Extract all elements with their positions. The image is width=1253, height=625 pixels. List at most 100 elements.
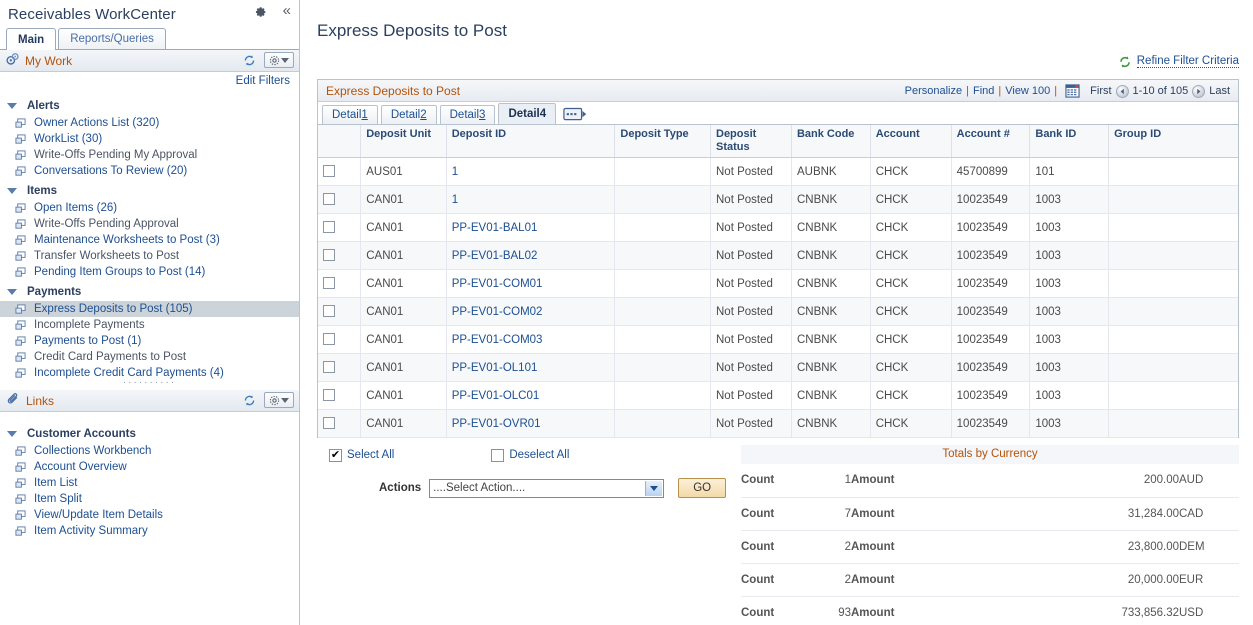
row-checkbox[interactable]: [323, 389, 335, 401]
sidebar-item[interactable]: Item Split: [0, 491, 299, 507]
sidebar-item[interactable]: Write-Offs Pending My Approval: [0, 147, 299, 163]
sidebar-item[interactable]: Write-Offs Pending Approval: [0, 216, 299, 232]
sidebar-item[interactable]: Credit Card Payments to Post: [0, 349, 299, 365]
row-checkbox[interactable]: [323, 277, 335, 289]
sidebar-item-label[interactable]: Collections Workbench: [34, 444, 151, 458]
find-link[interactable]: Find: [973, 85, 994, 97]
refresh-icon[interactable]: [243, 54, 256, 67]
nav-group-header[interactable]: Alerts: [0, 96, 299, 115]
deposit-id-link[interactable]: PP-EV01-BAL01: [452, 222, 538, 234]
deposit-id-link[interactable]: 1: [452, 166, 458, 178]
sidebar-item[interactable]: Transfer Worksheets to Post: [0, 248, 299, 264]
row-checkbox[interactable]: [323, 305, 335, 317]
actions-select[interactable]: ....Select Action....: [429, 479, 664, 498]
deposit-id-link[interactable]: PP-EV01-COM02: [452, 306, 543, 318]
sidebar-item-label[interactable]: Incomplete Credit Card Payments (4): [34, 366, 224, 380]
cell-deposit-id[interactable]: PP-EV01-OVR01: [446, 410, 615, 438]
row-checkbox[interactable]: [323, 193, 335, 205]
deselect-all-checkbox[interactable]: [491, 449, 504, 462]
tab-reports-queries[interactable]: Reports/Queries: [58, 28, 166, 49]
sidebar-item[interactable]: Maintenance Worksheets to Post (3): [0, 232, 299, 248]
deposit-id-link[interactable]: PP-EV01-BAL02: [452, 250, 538, 262]
sidebar-item[interactable]: Item Activity Summary: [0, 523, 299, 539]
sidebar-item[interactable]: Pending Item Groups to Post (14): [0, 264, 299, 280]
sidebar-item[interactable]: Incomplete Credit Card Payments (4): [0, 365, 299, 381]
column-header[interactable]: Deposit Unit: [361, 125, 446, 158]
sidebar-item[interactable]: Incomplete Payments: [0, 317, 299, 333]
row-checkbox[interactable]: [323, 417, 335, 429]
view-all-link[interactable]: View 100: [1005, 85, 1050, 97]
cell-deposit-id[interactable]: 1: [446, 186, 615, 214]
go-button[interactable]: GO: [678, 478, 726, 498]
sidebar-item-label[interactable]: WorkList (30): [34, 132, 102, 146]
row-checkbox[interactable]: [323, 361, 335, 373]
links-options-button[interactable]: [264, 392, 294, 408]
sidebar-item-label[interactable]: Owner Actions List (320): [34, 116, 159, 130]
sidebar-item[interactable]: Account Overview: [0, 459, 299, 475]
column-header[interactable]: Bank Code: [791, 125, 870, 158]
row-checkbox[interactable]: [323, 249, 335, 261]
my-work-options-button[interactable]: [264, 52, 294, 68]
column-header[interactable]: Group ID: [1109, 125, 1238, 158]
sidebar-item[interactable]: WorkList (30): [0, 131, 299, 147]
sidebar-item-label[interactable]: Maintenance Worksheets to Post (3): [34, 233, 220, 247]
detail-tab-1[interactable]: Detail 1: [322, 105, 378, 124]
sidebar-item-label[interactable]: Conversations To Review (20): [34, 164, 187, 178]
sidebar-item-label[interactable]: Payments to Post (1): [34, 334, 141, 348]
column-header[interactable]: Deposit ID: [446, 125, 615, 158]
sidebar-item-label[interactable]: Item Split: [34, 492, 82, 506]
column-header[interactable]: Deposit Status: [711, 125, 792, 158]
last-page-label[interactable]: Last: [1209, 85, 1230, 97]
sidebar-item-label[interactable]: Express Deposits to Post (105): [34, 302, 193, 316]
sidebar-item[interactable]: Payments to Post (1): [0, 333, 299, 349]
sidebar-item-label[interactable]: Item Activity Summary: [34, 524, 148, 538]
sidebar-item[interactable]: Conversations To Review (20): [0, 163, 299, 179]
tab-main[interactable]: Main: [6, 28, 56, 50]
cell-deposit-id[interactable]: 1: [446, 158, 615, 186]
sidebar-item-label[interactable]: Pending Item Groups to Post (14): [34, 265, 205, 279]
deposit-id-link[interactable]: PP-EV01-OVR01: [452, 418, 541, 430]
deposit-id-link[interactable]: PP-EV01-COM03: [452, 334, 543, 346]
cell-deposit-id[interactable]: PP-EV01-OL101: [446, 354, 615, 382]
deposit-id-link[interactable]: PP-EV01-OLC01: [452, 390, 540, 402]
column-header[interactable]: Bank ID: [1030, 125, 1109, 158]
sidebar-item[interactable]: Express Deposits to Post (105): [0, 301, 299, 317]
cell-deposit-id[interactable]: PP-EV01-COM02: [446, 298, 615, 326]
cell-deposit-id[interactable]: PP-EV01-COM03: [446, 326, 615, 354]
nav-group-header[interactable]: Customer Accounts: [0, 424, 299, 443]
row-checkbox[interactable]: [323, 221, 335, 233]
detail-tab-4[interactable]: Detail 4: [498, 103, 556, 124]
deposit-id-link[interactable]: PP-EV01-OL101: [452, 362, 538, 374]
sidebar-item-label[interactable]: Account Overview: [34, 460, 127, 474]
deposit-id-link[interactable]: 1: [452, 194, 458, 206]
next-page-icon[interactable]: [1192, 85, 1205, 98]
sidebar-item-label[interactable]: View/Update Item Details: [34, 508, 163, 522]
first-page-label[interactable]: First: [1090, 85, 1111, 97]
collapse-chevron-icon[interactable]: «: [283, 4, 291, 17]
cell-deposit-id[interactable]: PP-EV01-OLC01: [446, 382, 615, 410]
row-checkbox[interactable]: [323, 165, 335, 177]
sidebar-item[interactable]: Item List: [0, 475, 299, 491]
column-header[interactable]: Deposit Type: [615, 125, 711, 158]
select-all-checkbox[interactable]: ✔: [329, 449, 342, 462]
deposit-id-link[interactable]: PP-EV01-COM01: [452, 278, 543, 290]
refine-filter-criteria-link[interactable]: Refine Filter Criteria: [1137, 55, 1239, 68]
refresh-icon[interactable]: [1118, 55, 1131, 68]
cell-deposit-id[interactable]: PP-EV01-BAL01: [446, 214, 615, 242]
download-spreadsheet-icon[interactable]: [1065, 84, 1080, 98]
sidebar-item[interactable]: Open Items (26): [0, 200, 299, 216]
sidebar-item[interactable]: Collections Workbench: [0, 443, 299, 459]
previous-page-icon[interactable]: [1116, 85, 1129, 98]
edit-filters-link[interactable]: Edit Filters: [236, 75, 290, 87]
column-header[interactable]: Account: [870, 125, 951, 158]
cell-deposit-id[interactable]: PP-EV01-COM01: [446, 270, 615, 298]
detail-tab-3[interactable]: Detail 3: [440, 105, 496, 124]
refresh-icon[interactable]: [243, 394, 256, 407]
nav-group-header[interactable]: Payments: [0, 282, 299, 301]
personalize-link[interactable]: Personalize: [905, 85, 962, 97]
detail-tab-2[interactable]: Detail 2: [381, 105, 437, 124]
cell-deposit-id[interactable]: PP-EV01-BAL02: [446, 242, 615, 270]
column-header[interactable]: Account #: [951, 125, 1030, 158]
sidebar-item[interactable]: Owner Actions List (320): [0, 115, 299, 131]
show-all-columns-icon[interactable]: [563, 107, 589, 122]
